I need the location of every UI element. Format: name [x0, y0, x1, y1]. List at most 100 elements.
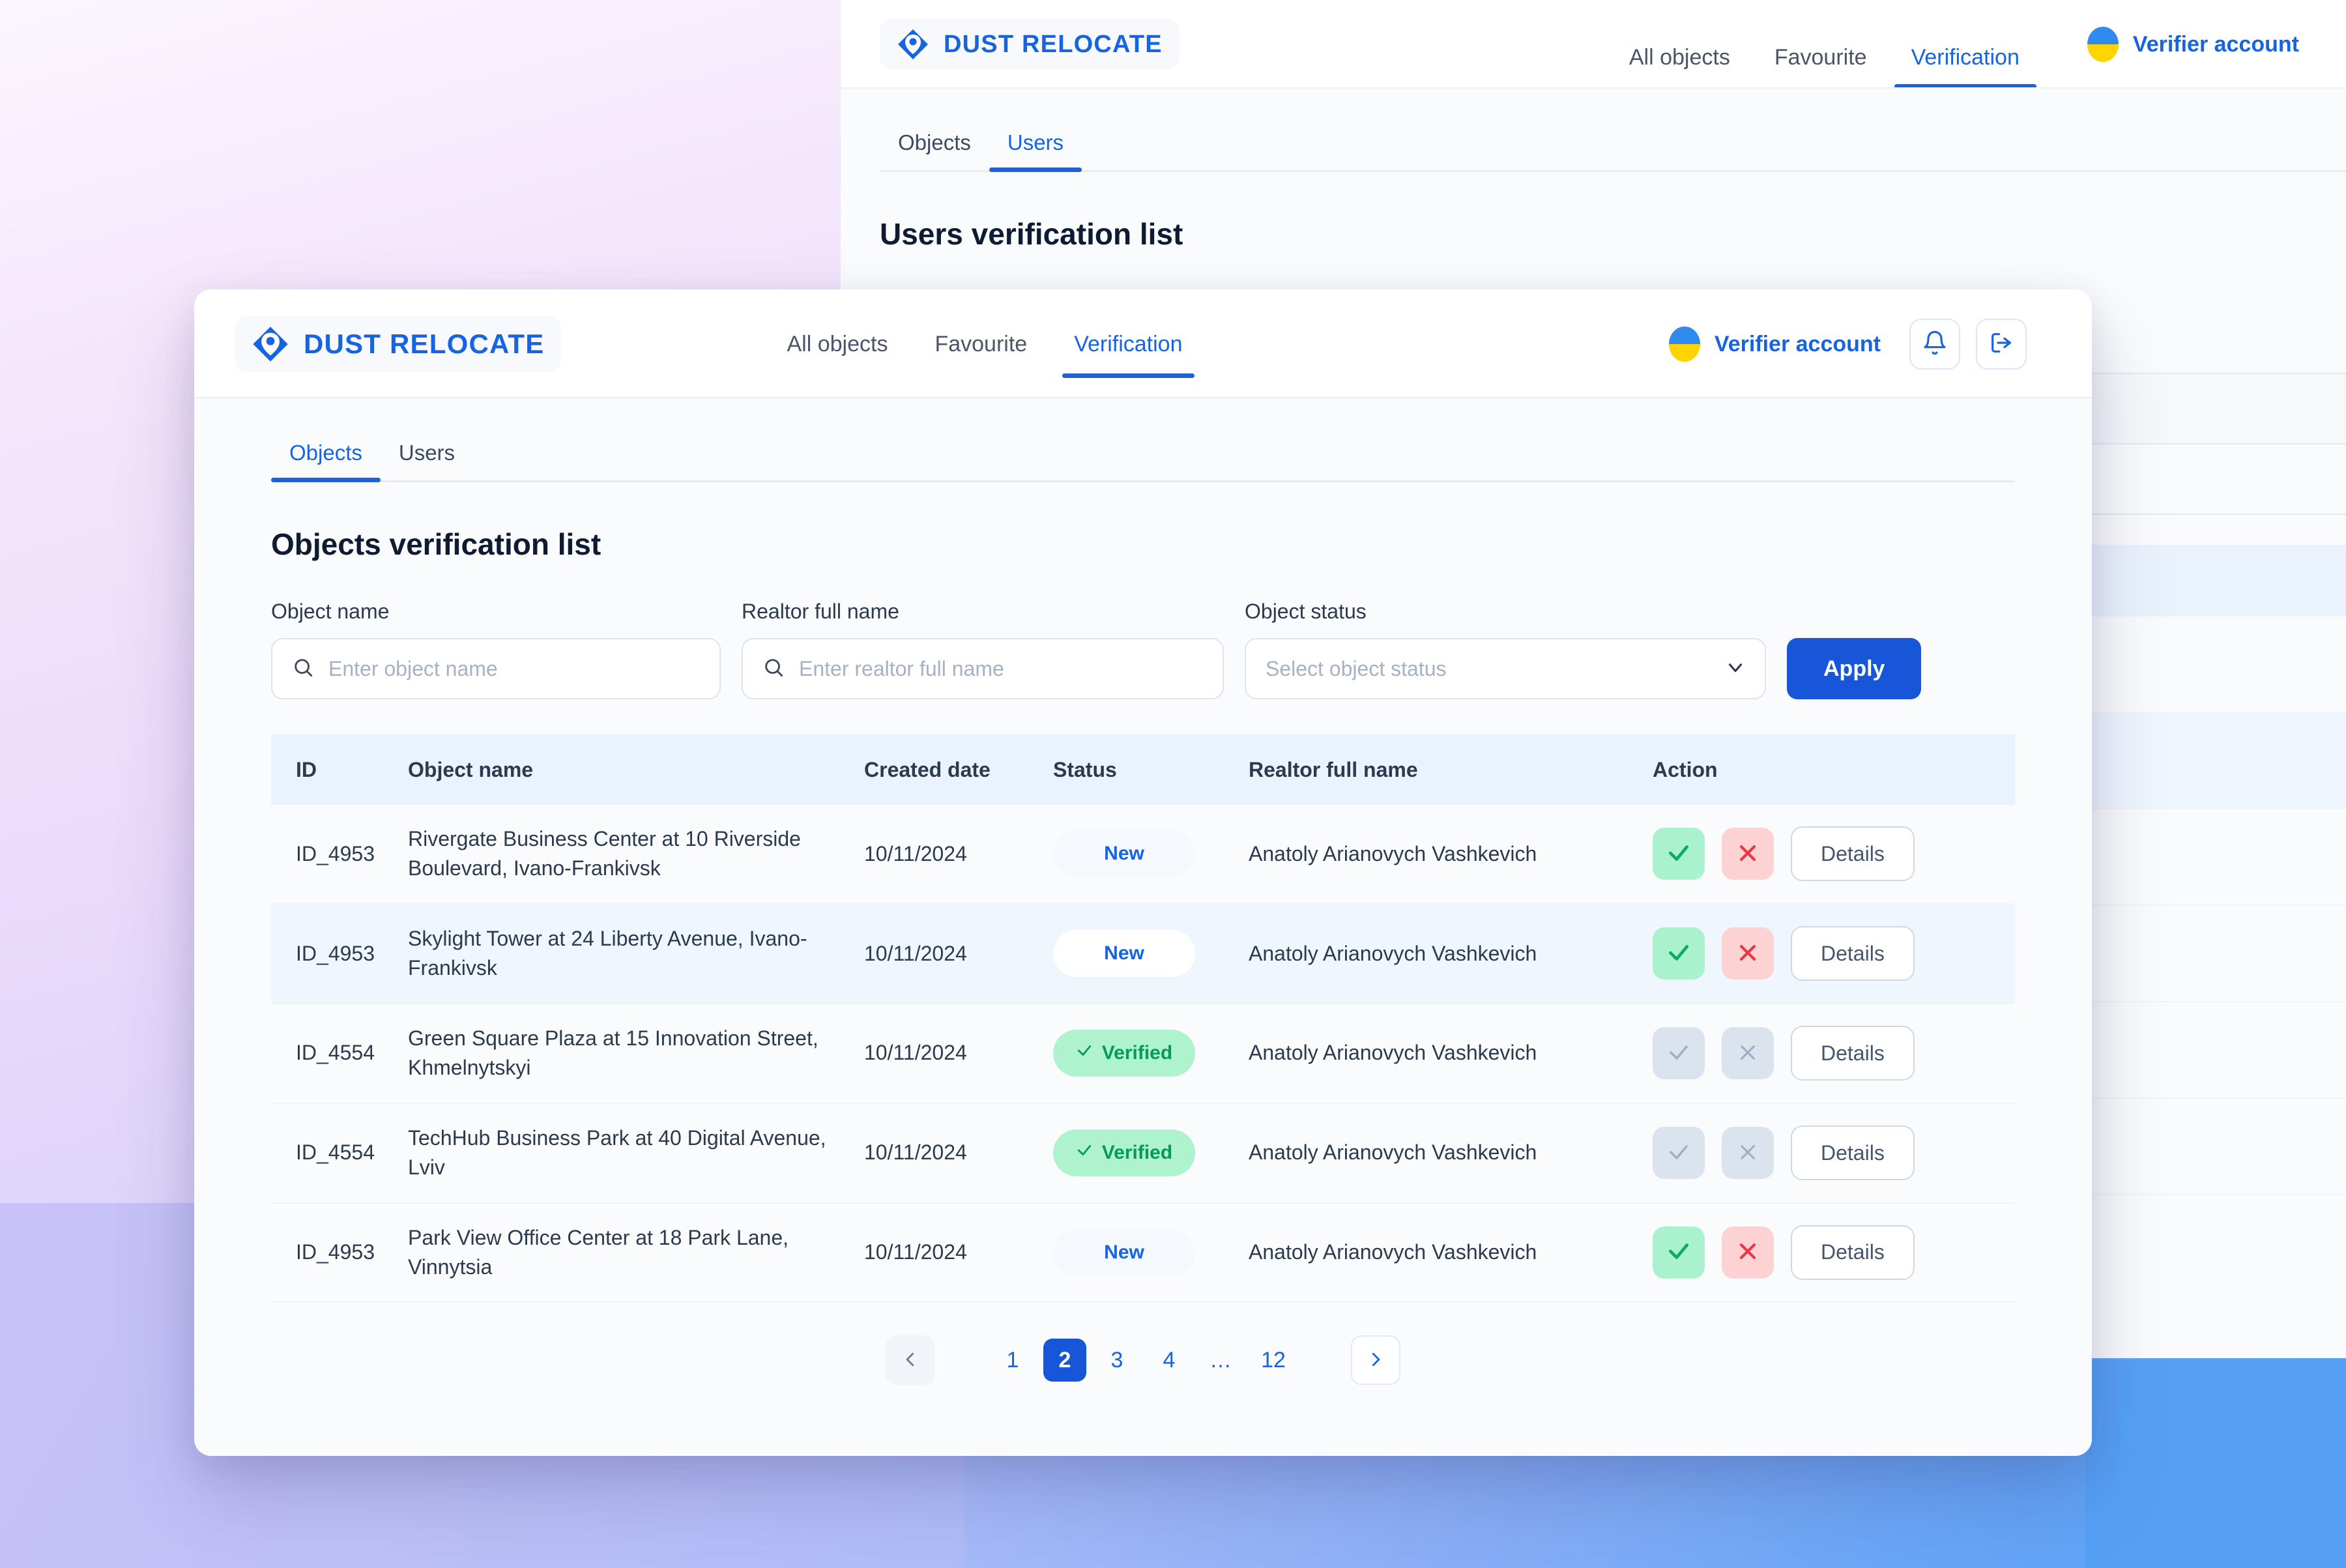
topbar-icon-group — [1909, 319, 2027, 370]
cell-action: Details — [1646, 805, 2015, 905]
reject-button[interactable] — [1722, 927, 1774, 980]
object-status-placeholder: Select object status — [1266, 656, 1447, 680]
pagination-page-1[interactable]: 1 — [991, 1339, 1034, 1382]
status-badge: Verified — [1053, 1129, 1195, 1177]
app-logo-text: DUST RELOCATE — [304, 328, 545, 359]
nav-item-favourite[interactable]: Favourite — [1752, 45, 1889, 89]
object-name-filter: Object name — [271, 600, 721, 699]
background-page-title: Users verification list — [880, 217, 1183, 251]
approve-button[interactable] — [1653, 828, 1705, 880]
filters-bar: Object name Realtor full name — [271, 600, 2015, 699]
object-status-label: Object status — [1245, 600, 1367, 623]
nav-item-verification[interactable]: Verification — [1050, 289, 1206, 399]
details-button[interactable]: Details — [1791, 1225, 1915, 1280]
check-icon — [1076, 1139, 1093, 1167]
cell-object-name: TechHub Business Park at 40 Digital Aven… — [401, 1103, 858, 1204]
status-badge: New — [1053, 1228, 1195, 1276]
cell-realtor: Anatoly Arianovych Vashkevich — [1242, 805, 1646, 905]
check-icon — [1666, 841, 1691, 867]
status-badge-label: Verified — [1101, 1041, 1173, 1064]
nav-item-all-objects[interactable]: All objects — [763, 289, 911, 399]
approve-button[interactable] — [1653, 1226, 1705, 1279]
approve-button[interactable] — [1653, 927, 1705, 980]
background-topbar: DUST RELOCATE All objects Favourite Veri… — [841, 0, 2346, 89]
x-icon — [1737, 842, 1759, 866]
reject-button — [1722, 1127, 1774, 1180]
details-button[interactable]: Details — [1791, 926, 1915, 981]
modal-subtabs: Objects Users — [271, 399, 2015, 482]
search-icon — [762, 656, 785, 682]
nav-item-verification[interactable]: Verification — [1889, 45, 2042, 89]
ukraine-flag-avatar — [1668, 327, 1700, 362]
search-icon — [292, 656, 314, 682]
row-actions: Details — [1653, 1125, 2008, 1181]
apply-button[interactable]: Apply — [1787, 638, 1922, 699]
cell-status: New — [1047, 805, 1242, 905]
realtor-input[interactable] — [799, 656, 1203, 681]
table-row: ID_4554 Green Square Plaza at 15 Innovat… — [271, 1003, 2015, 1104]
app-logo[interactable]: DUST RELOCATE — [235, 316, 562, 372]
cell-object-name: Rivergate Business Center at 10 Riversid… — [401, 805, 858, 905]
reject-button[interactable] — [1722, 1226, 1774, 1279]
pagination-page-3[interactable]: 3 — [1095, 1339, 1138, 1382]
object-status-filter: Object status Select object status — [1245, 600, 1766, 699]
pagination-page-4[interactable]: 4 — [1148, 1339, 1191, 1382]
notifications-button[interactable] — [1909, 319, 1960, 370]
reject-button — [1722, 1027, 1774, 1080]
modal-topbar: DUST RELOCATE All objects Favourite Veri… — [194, 289, 2092, 399]
tab-objects[interactable]: Objects — [271, 441, 381, 482]
app-logo[interactable]: DUST RELOCATE — [880, 19, 1180, 70]
check-icon — [1666, 940, 1691, 967]
objects-table-head: ID Object name Created date Status Realt… — [271, 734, 2015, 805]
cell-id: ID_4953 — [271, 903, 401, 1004]
object-name-label: Object name — [271, 600, 390, 623]
pagination-page-12[interactable]: 12 — [1252, 1339, 1295, 1382]
check-icon — [1667, 1140, 1690, 1166]
cell-realtor: Anatoly Arianovych Vashkevich — [1242, 1003, 1646, 1104]
search-input[interactable] — [328, 656, 700, 681]
pagination-prev-button[interactable] — [886, 1335, 935, 1386]
background-subtab-users[interactable]: Users — [989, 130, 1082, 172]
table-row: ID_4953 Rivergate Business Center at 10 … — [271, 805, 2015, 905]
account-area[interactable]: Verifier account — [1668, 327, 1881, 362]
pagination-ellipsis: … — [1209, 1347, 1233, 1372]
details-button[interactable]: Details — [1791, 1026, 1915, 1081]
cell-action: Details — [1646, 1202, 2015, 1303]
realtor-name-label: Realtor full name — [742, 600, 899, 623]
realtor-name-input-box[interactable] — [742, 638, 1224, 699]
logout-button[interactable] — [1976, 319, 2027, 370]
approve-button — [1653, 1027, 1705, 1080]
background-subtabs: Objects Users — [880, 89, 2346, 172]
background-account-area[interactable]: Verifier account — [2087, 27, 2299, 62]
x-icon — [1737, 942, 1759, 966]
table-header-row: ID Object name Created date Status Realt… — [271, 734, 2015, 805]
table-row: ID_4554 TechHub Business Park at 40 Digi… — [271, 1103, 2015, 1204]
details-button[interactable]: Details — [1791, 1125, 1915, 1181]
background-main-nav: All objects Favourite Verification — [1607, 0, 2042, 89]
pagination-next-button[interactable] — [1351, 1335, 1400, 1386]
check-icon — [1667, 1041, 1690, 1066]
background-subtab-objects[interactable]: Objects — [880, 130, 989, 172]
chevron-left-icon — [901, 1350, 920, 1371]
object-status-select[interactable]: Select object status — [1245, 638, 1766, 699]
pagination: 1 2 3 4 … 12 — [271, 1335, 2015, 1411]
cell-realtor: Anatoly Arianovych Vashkevich — [1242, 903, 1646, 1004]
table-row: ID_4953 Park View Office Center at 18 Pa… — [271, 1202, 2015, 1303]
tab-users[interactable]: Users — [381, 441, 473, 482]
cell-id: ID_4953 — [271, 805, 401, 905]
cell-created-date: 10/11/2024 — [858, 903, 1047, 1004]
object-name-input-box[interactable] — [271, 638, 721, 699]
status-badge: New — [1053, 930, 1195, 978]
x-icon — [1737, 1042, 1758, 1065]
cell-id: ID_4554 — [271, 1003, 401, 1104]
row-actions: Details — [1653, 826, 2008, 882]
details-button[interactable]: Details — [1791, 826, 1915, 882]
reject-button[interactable] — [1722, 828, 1774, 880]
nav-item-favourite[interactable]: Favourite — [911, 289, 1050, 399]
bell-icon — [1922, 330, 1948, 359]
cell-object-name: Skylight Tower at 24 Liberty Avenue, Iva… — [401, 903, 858, 1004]
account-label: Verifier account — [2132, 31, 2299, 57]
cell-object-name: Park View Office Center at 18 Park Lane,… — [401, 1202, 858, 1303]
pagination-page-2[interactable]: 2 — [1043, 1339, 1086, 1382]
nav-item-all-objects[interactable]: All objects — [1607, 45, 1752, 89]
